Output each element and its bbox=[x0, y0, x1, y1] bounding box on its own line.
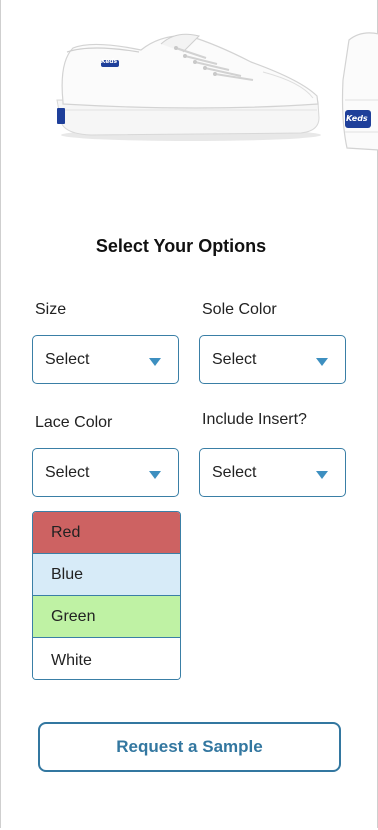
sole-color-select[interactable]: Select bbox=[199, 335, 346, 384]
dropdown-option-red[interactable]: Red bbox=[33, 512, 180, 554]
dropdown-option-green[interactable]: Green bbox=[33, 596, 180, 638]
caret-down-icon bbox=[316, 358, 328, 366]
sole-color-select-value: Select bbox=[212, 351, 257, 368]
size-select-value: Select bbox=[45, 351, 90, 368]
lace-color-select[interactable]: Select bbox=[32, 448, 179, 497]
lace-color-label: Lace Color bbox=[35, 414, 113, 431]
size-label: Size bbox=[35, 301, 67, 318]
caret-down-icon bbox=[149, 358, 161, 366]
sneaker-image bbox=[56, 32, 378, 151]
include-insert-select-value: Select bbox=[212, 464, 257, 481]
lace-color-select-value: Select bbox=[45, 464, 90, 481]
request-sample-button[interactable]: Request a Sample bbox=[38, 722, 341, 772]
page-title: Select Your Options bbox=[95, 236, 267, 256]
dropdown-option-blue[interactable]: Blue bbox=[33, 554, 180, 596]
sole-color-label: Sole Color bbox=[202, 301, 277, 318]
include-insert-select[interactable]: Select bbox=[199, 448, 346, 497]
brand-tag-label: Keds bbox=[101, 58, 118, 65]
lace-color-dropdown: Red Blue Green White bbox=[32, 511, 181, 680]
caret-down-icon bbox=[149, 471, 161, 479]
dropdown-option-white[interactable]: White bbox=[33, 638, 180, 679]
caret-down-icon bbox=[316, 471, 328, 479]
size-select[interactable]: Select bbox=[32, 335, 179, 384]
brand-heel-label: Keds bbox=[346, 114, 368, 123]
include-insert-label: Include Insert? bbox=[202, 411, 307, 428]
product-image-carousel[interactable]: Keds Keds bbox=[1, 0, 378, 200]
app-frame: Keds Keds Select Your Options Size Selec… bbox=[0, 0, 378, 828]
